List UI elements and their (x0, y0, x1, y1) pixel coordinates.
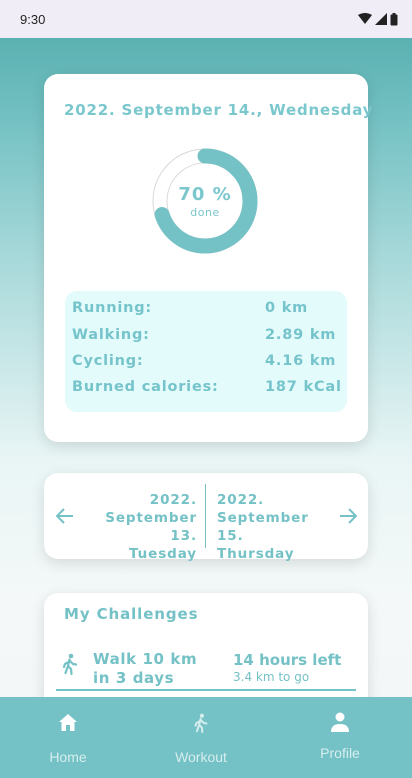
walk-icon (62, 653, 78, 675)
nav-workout-label: Workout (175, 749, 227, 765)
battery-icon (390, 12, 398, 25)
nav-workout[interactable]: Workout (151, 697, 251, 778)
stat-label: Running: (72, 300, 153, 316)
status-time: 9:30 (20, 11, 46, 27)
challenge-divider (56, 689, 356, 691)
progress-caption: done (190, 205, 220, 219)
stat-value: 2.89 km (265, 327, 337, 343)
stat-label: Cycling: (72, 353, 144, 369)
nav-profile-label: Profile (320, 745, 360, 761)
stat-walking: Walking: 2.89 km (72, 327, 344, 349)
nav-home[interactable]: Home (18, 697, 118, 778)
stat-cycling: Cycling: 4.16 km (72, 353, 344, 375)
nav-home-label: Home (49, 749, 87, 765)
challenge-time-left: 14 hours left (233, 651, 342, 669)
next-day-button[interactable]: 2022. September 15. Thursday (217, 491, 337, 563)
next-day-weekday: Thursday (217, 546, 295, 562)
person-icon (290, 712, 390, 732)
signal-icon (375, 13, 387, 25)
status-bar: 9:30 (0, 0, 412, 38)
previous-day-weekday: Tuesday (129, 546, 197, 562)
stat-label: Burned calories: (72, 379, 219, 395)
stat-label: Walking: (72, 327, 150, 343)
challenge-name: Walk 10 km in 3 days (93, 650, 198, 687)
previous-day-arrow-icon[interactable] (54, 501, 76, 531)
progress-percent: 70 % (178, 183, 232, 205)
status-icons (358, 12, 398, 26)
stat-running: Running: 0 km (72, 300, 344, 322)
previous-day-year: 2022. (149, 492, 197, 508)
activity-stats: Running: 0 km Walking: 2.89 km Cycling: … (65, 291, 347, 412)
previous-day-button[interactable]: 2022. September 13. Tuesday (82, 491, 197, 563)
stat-calories: Burned calories: 187 kCal (72, 379, 344, 401)
stat-value: 4.16 km (265, 353, 337, 369)
next-day-year: 2022. (217, 492, 265, 508)
day-divider (205, 484, 206, 548)
next-day-arrow-icon[interactable] (337, 501, 359, 531)
wifi-icon (358, 13, 372, 24)
daily-summary-card: 2022. September 14., Wednesday 70 % done… (44, 74, 372, 442)
home-icon (18, 714, 118, 731)
stat-value: 187 kCal (265, 379, 342, 395)
nav-profile[interactable]: Profile (290, 697, 390, 778)
day-navigation-card: 2022. September 13. Tuesday 2022. Septem… (44, 473, 368, 562)
bottom-navigation: Home Workout Profile (0, 697, 412, 778)
challenges-title: My Challenges (64, 605, 199, 623)
challenge-remaining: 3.4 km to go (233, 670, 310, 684)
walk-icon (151, 713, 251, 733)
next-day-date: September 15. (217, 510, 309, 544)
current-date-title: 2022. September 14., Wednesday (64, 101, 374, 119)
progress-ring: 70 % done (140, 136, 270, 266)
previous-day-date: September 13. (105, 510, 197, 544)
stat-value: 0 km (265, 300, 309, 316)
